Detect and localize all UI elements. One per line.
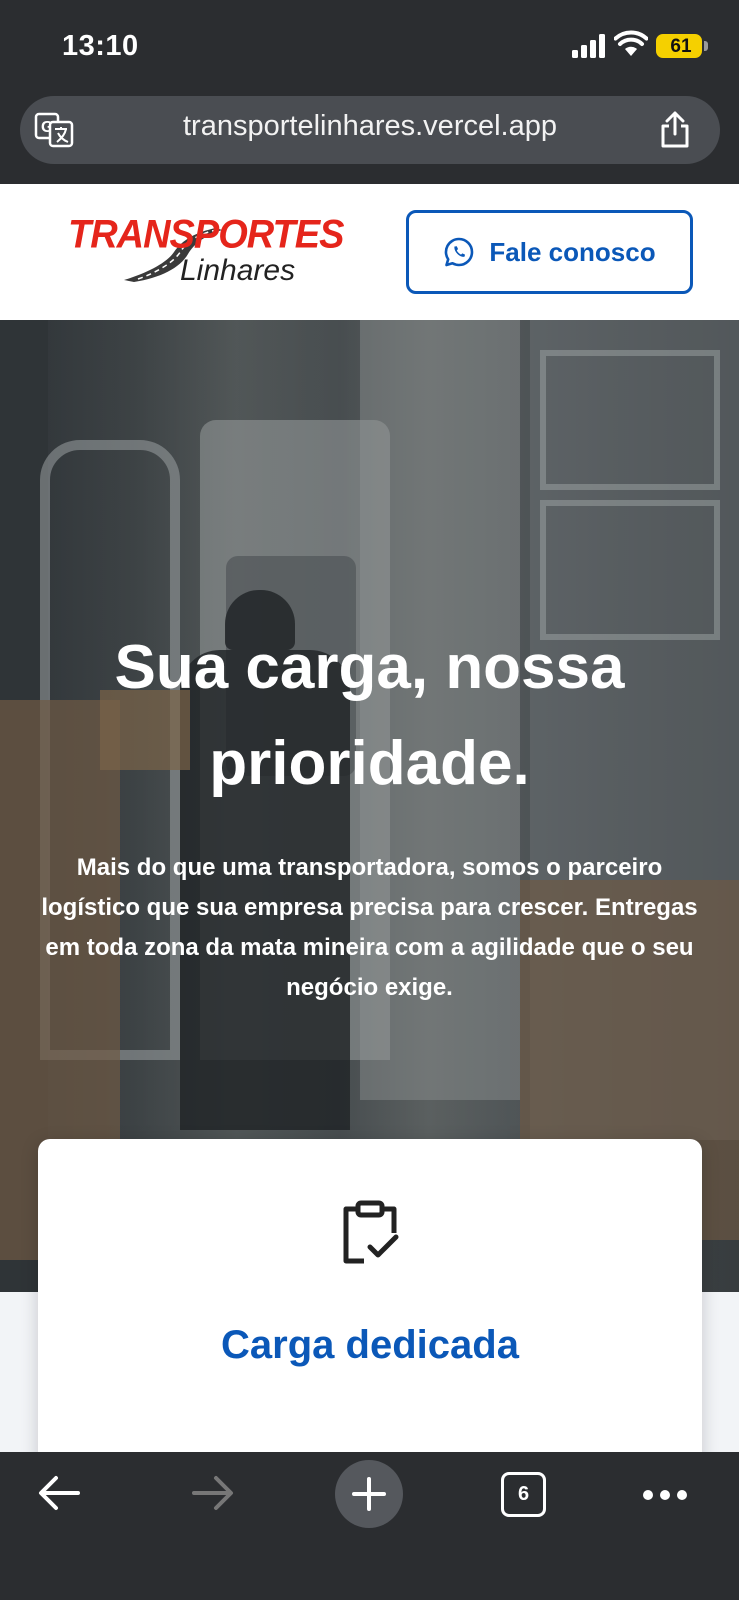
status-time: 13:10 [62, 30, 139, 62]
hero-subtitle: Mais do que uma transportadora, somos o … [41, 854, 698, 1001]
battery-level: 61 [670, 36, 692, 57]
tabs-icon[interactable]: 6 [501, 1472, 546, 1517]
cellular-signal-icon [572, 34, 605, 58]
service-card-title: Carga dedicada [221, 1323, 519, 1367]
share-icon[interactable] [658, 110, 692, 150]
forward-arrow-icon[interactable] [190, 1470, 236, 1516]
phone-screen: { "status_bar": { "time": "13:10", "batt… [0, 0, 739, 1600]
tab-count: 6 [517, 1483, 530, 1505]
clipboard-check-icon [343, 1200, 399, 1264]
wifi-icon [614, 30, 648, 56]
browser-toolbar: 6 [0, 1452, 739, 1600]
new-tab-plus-icon[interactable] [335, 1460, 403, 1528]
hero-title: Sua carga, nossa prioridade. [114, 633, 625, 798]
battery-icon: 61 [656, 34, 702, 58]
url-text[interactable]: transportelinhares.vercel.app [20, 110, 720, 143]
whatsapp-icon [445, 237, 474, 267]
site-logo[interactable]: TRANSPORTES Linhares [64, 213, 344, 290]
status-bar: 13:10 61 [0, 0, 739, 92]
service-card[interactable]: Carga dedicada [38, 1139, 702, 1452]
contact-button-label: Fale conosco [489, 236, 656, 267]
logo-line2: Linhares [180, 254, 296, 287]
contact-button[interactable]: Fale conosco [406, 210, 693, 294]
back-arrow-icon[interactable] [36, 1470, 82, 1516]
web-page: TRANSPORTES Linhares Fale conosco Sua ca… [0, 184, 739, 1452]
more-icon[interactable] [642, 1488, 688, 1502]
logo-line1: TRANSPORTES [68, 212, 344, 258]
address-bar[interactable]: G transportelinhares.vercel.app [20, 96, 720, 164]
site-header: TRANSPORTES Linhares Fale conosco [0, 184, 739, 320]
battery-tip [704, 41, 708, 51]
